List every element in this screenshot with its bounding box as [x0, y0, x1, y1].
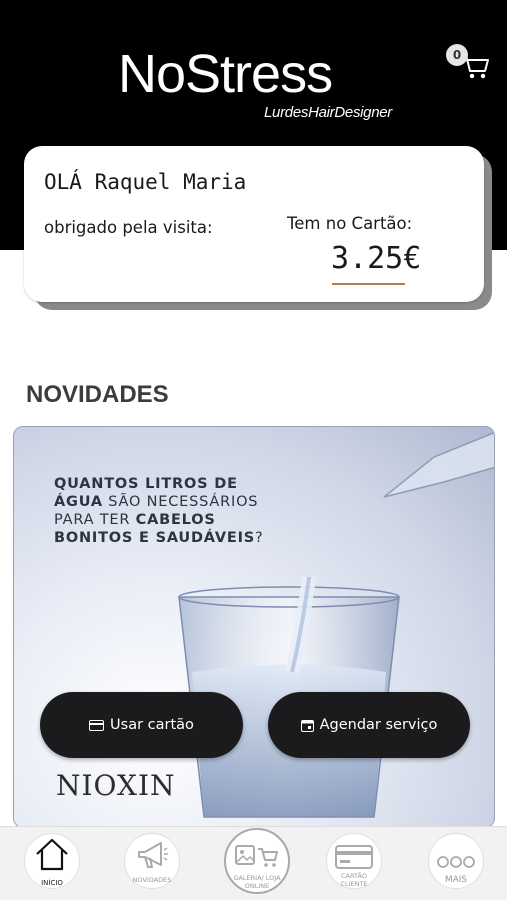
nav-news[interactable]: NOVIDADES: [124, 833, 180, 889]
nav-more[interactable]: MAIS: [428, 833, 484, 889]
news-promo-banner[interactable]: QUANTOS LITROS DE ÁGUA SÃO NECESSÁRIOS P…: [13, 426, 495, 828]
promo-line-3: PARA TER CABELOS: [54, 512, 216, 528]
loyalty-card: OLÁ Raquel Maria obrigado pela visita: T…: [24, 146, 484, 302]
nav-client-card[interactable]: CARTÃO CLIENTE: [326, 833, 382, 889]
book-service-label: Agendar serviço: [319, 717, 438, 733]
calendar-icon: [300, 719, 314, 732]
promo-line-1: QUANTOS LITROS DE: [54, 476, 238, 492]
card-balance-label: Tem no Cartão:: [287, 214, 413, 233]
bottom-navigation: INÍCIO NOVIDADES GALERIA/ LOJA ONLINE CA…: [0, 826, 507, 900]
promo-line-2: ÁGUA SÃO NECESSÁRIOS: [54, 494, 259, 510]
nav-gallery-label: GALERIA/ LOJA ONLINE: [233, 874, 281, 890]
book-service-button[interactable]: Agendar serviço: [268, 692, 470, 758]
water-bottle-illustration: [383, 431, 494, 498]
megaphone-icon: [138, 842, 168, 868]
nav-more-label: MAIS: [444, 875, 468, 885]
greeting-text: OLÁ Raquel Maria: [44, 170, 247, 194]
gallery-cart-icon: [235, 845, 278, 867]
news-section-title: NOVIDADES: [26, 381, 169, 408]
nav-home[interactable]: INÍCIO: [24, 833, 80, 889]
promo-line-4: BONITOS E SAUDÁVEIS?: [54, 530, 264, 546]
home-icon: [36, 838, 68, 871]
more-dots-icon: [437, 856, 475, 868]
nav-news-label: NOVIDADES: [132, 876, 172, 884]
logo-tagline: LurdesHairDesigner: [264, 104, 392, 121]
cart-button[interactable]: 0: [446, 44, 492, 84]
nostress-logo: NoStress LurdesHairDesigner: [118, 44, 398, 134]
client-card-icon: [335, 845, 373, 869]
thanks-text: obrigado pela visita:: [44, 218, 213, 237]
card-balance-amount: 3.25€: [331, 241, 422, 276]
promo-headline: QUANTOS LITROS DE ÁGUA SÃO NECESSÁRIOS P…: [54, 475, 264, 547]
amount-underline: [332, 283, 405, 285]
credit-card-icon: [89, 719, 105, 731]
nav-home-label: INÍCIO: [41, 879, 63, 887]
nav-card-label: CARTÃO CLIENTE: [340, 872, 368, 888]
logo-wordmark: NoStress: [118, 44, 333, 104]
use-card-label: Usar cartão: [110, 717, 194, 733]
use-card-button[interactable]: Usar cartão: [40, 692, 243, 758]
nioxin-brand-logo: NIOXIN: [56, 769, 176, 802]
cart-count-badge: 0: [446, 44, 468, 66]
nav-gallery-shop[interactable]: GALERIA/ LOJA ONLINE: [224, 828, 290, 894]
